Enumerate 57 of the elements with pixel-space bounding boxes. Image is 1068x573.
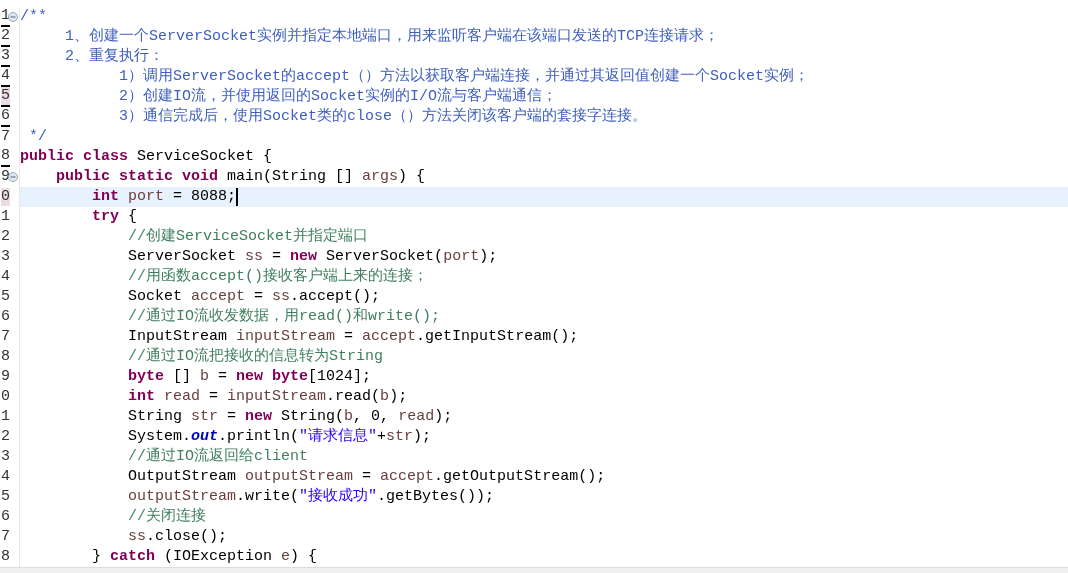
line-number: 8: [1, 348, 10, 366]
code-line: public class ServiceSocket {: [20, 147, 274, 167]
code-line: //关闭连接: [127, 507, 208, 527]
code-line: OutputStream outputStream = accept.getOutputStream();: [127, 467, 607, 487]
line-number: 0: [1, 388, 10, 406]
horizontal-scrollbar[interactable]: [0, 567, 1068, 573]
code-line: 1、创建一个ServerSocket实例并指定本地端口，用来监听客户端在该端口发送的TCP连接请求；: [64, 27, 721, 47]
code-line: /**: [20, 7, 48, 27]
line-number: 4: [1, 468, 10, 486]
code-line: //用函数accept()接收客户端上来的连接；: [127, 267, 430, 287]
line-number: 3: [1, 47, 10, 67]
line-number: 6: [1, 308, 10, 326]
line-number: 3: [1, 448, 10, 466]
code-line: 1）调用ServerSocket的accept（）方法以获取客户端连接，并通过其返回值创建一个Socket实例；: [118, 67, 811, 87]
code-line: public static void main(String [] args) {: [55, 167, 427, 187]
code-line: //通过IO流把接收的信息转为String: [127, 347, 385, 367]
code-line: int read = inputStream.read(b);: [127, 387, 409, 407]
code-line: String str = new String(b, 0, read);: [127, 407, 454, 427]
code-line: ServerSocket ss = new ServerSocket(port);: [127, 247, 499, 267]
code-line: outputStream.write("接收成功".getBytes());: [127, 487, 496, 507]
code-line: 3）通信完成后，使用Socket类的close（）方法关闭该客户端的套接字连接。: [118, 107, 649, 127]
collapse-icon[interactable]: [8, 172, 18, 182]
line-number: 4: [1, 268, 10, 286]
code-line: System.out.println("请求信息"+str);: [127, 427, 433, 447]
line-number: 9: [1, 368, 10, 386]
line-number: 8: [1, 548, 10, 566]
code-line: */: [28, 127, 48, 147]
text-cursor: [236, 188, 239, 206]
line-number: 2: [1, 228, 10, 246]
collapse-icon[interactable]: [8, 12, 18, 22]
line-number: 5: [1, 87, 10, 107]
line-number: 1: [1, 408, 10, 426]
line-number: 9: [1, 168, 10, 186]
line-number: 7: [1, 128, 10, 146]
line-number: 5: [1, 488, 10, 506]
line-number: 1: [1, 208, 10, 226]
line-number: 7: [1, 328, 10, 346]
code-line: try {: [91, 207, 139, 227]
line-number: 0: [1, 188, 10, 206]
line-number: 8: [1, 147, 10, 167]
code-line: } catch (IOException e) {: [91, 547, 319, 567]
code-line: //通过IO流返回给client: [127, 447, 310, 467]
code-line: //通过IO流收发数据，用read()和write();: [127, 307, 442, 327]
line-number: 2: [1, 428, 10, 446]
code-line: InputStream inputStream = accept.getInputStream();: [127, 327, 580, 347]
line-number: 6: [1, 508, 10, 526]
code-line: 2、重复执行：: [64, 47, 165, 67]
code-line: Socket accept = ss.accept();: [127, 287, 382, 307]
code-line: 2）创建IO流，并使用返回的Socket实例的I/O流与客户端通信；: [118, 87, 559, 107]
line-number: 5: [1, 288, 10, 306]
line-number: 6: [1, 107, 10, 127]
line-number: 2: [1, 27, 10, 47]
code-line: //创建ServiceSocket并指定端口: [127, 227, 370, 247]
code-line: byte [] b = new byte[1024];: [127, 367, 373, 387]
line-number: 3: [1, 248, 10, 266]
line-number: 7: [1, 528, 10, 546]
code-line: ss.close();: [127, 527, 229, 547]
